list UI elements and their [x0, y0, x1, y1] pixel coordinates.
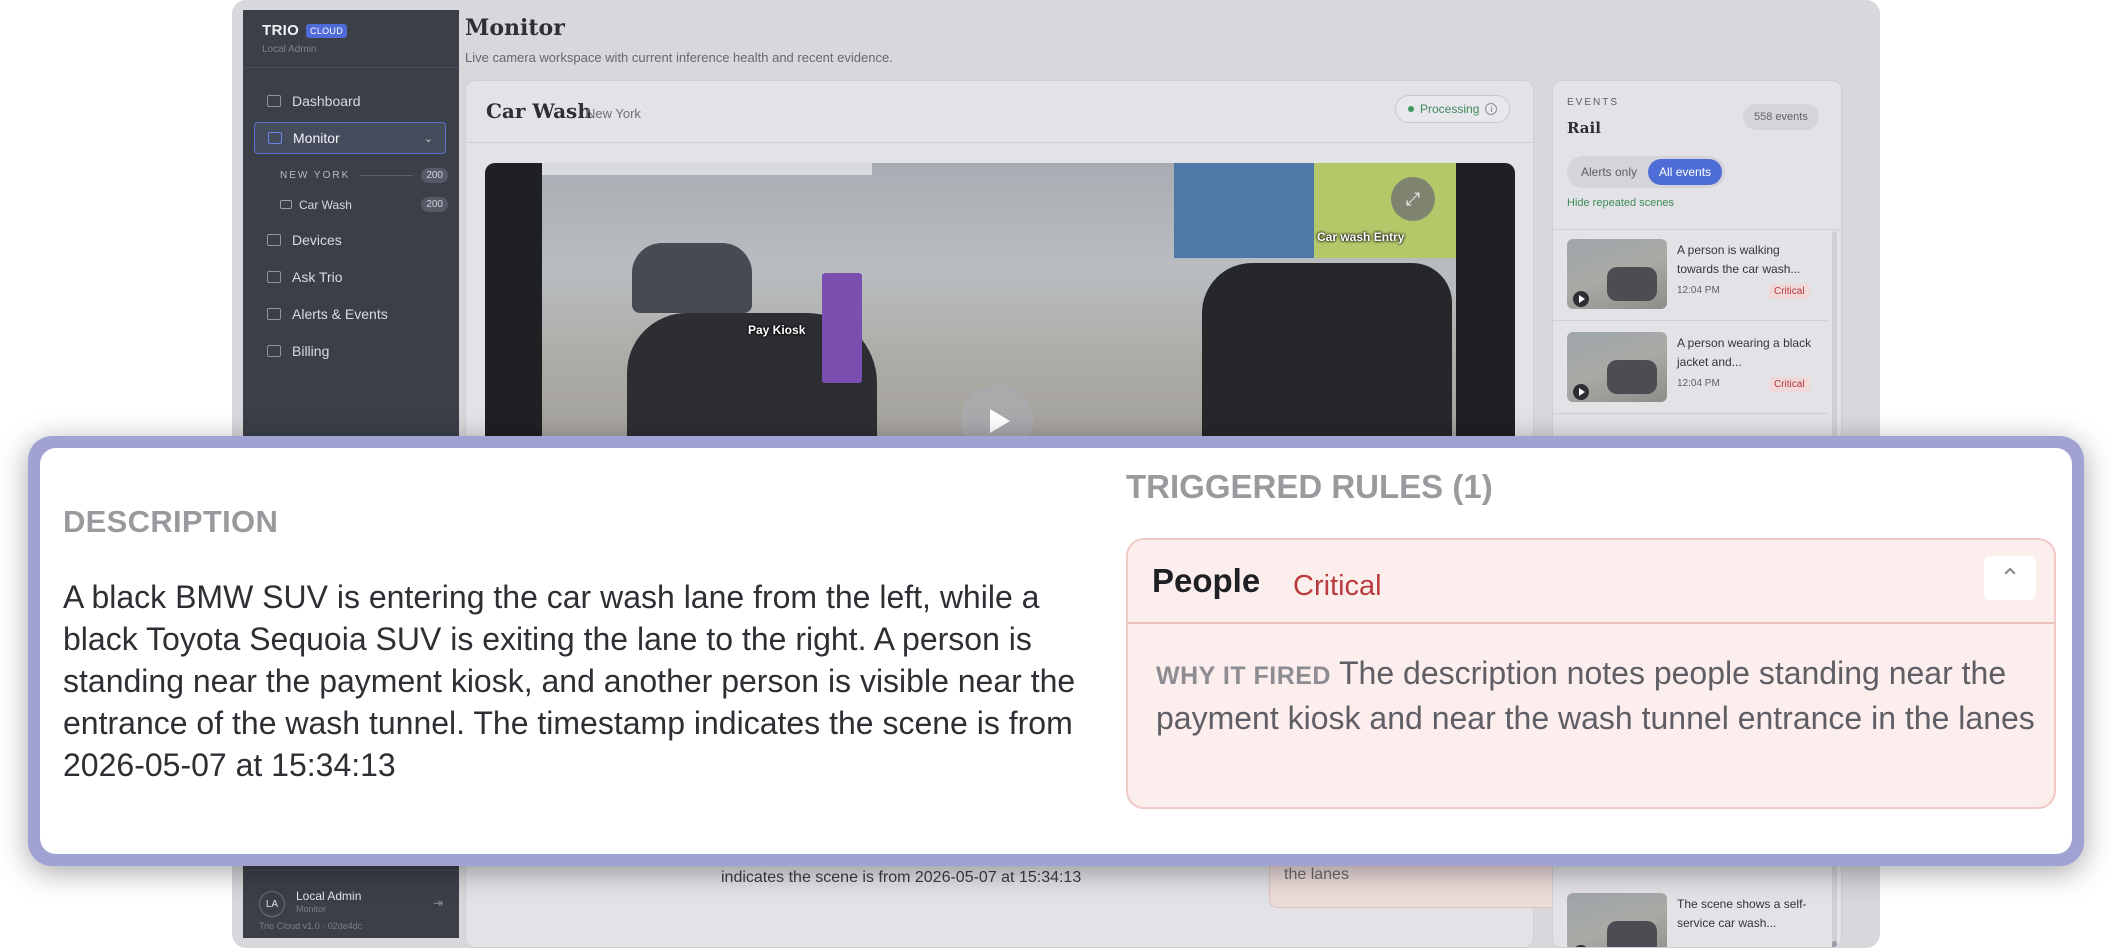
page-subtitle: Live camera workspace with current infer… — [465, 50, 893, 65]
payment-kiosk — [822, 273, 862, 383]
event-item[interactable]: The scene shows a self-service car wash.… — [1553, 883, 1827, 947]
camera-label: Car Wash — [299, 197, 352, 212]
location-group[interactable]: NEW YORK 200 — [280, 168, 448, 183]
chevron-up-icon: ⌃ — [1999, 562, 2021, 593]
page-title: Monitor — [465, 15, 565, 41]
sidebar-camera-car-wash[interactable]: Car Wash 200 — [280, 197, 448, 212]
status-badge[interactable]: Processing i — [1395, 95, 1511, 123]
description-text-behind: indicates the scene is from 2026-05-07 a… — [721, 869, 1082, 886]
chevron-down-icon[interactable]: ⌄ — [424, 132, 433, 145]
avatar[interactable]: LA — [259, 891, 285, 917]
camera-title: Car Wash — [486, 99, 592, 123]
event-thumbnail — [1567, 332, 1667, 402]
sidebar-item-billing[interactable]: Billing — [254, 335, 446, 367]
scrollbar-thumb[interactable] — [1832, 941, 1837, 947]
info-icon[interactable]: i — [1485, 103, 1498, 115]
why-it-fired-label: WHY IT FIRED — [1156, 662, 1331, 690]
card-divider — [466, 142, 1533, 143]
event-thumbnail — [1567, 893, 1667, 947]
camera-location: New York — [586, 106, 641, 121]
collapse-button[interactable]: ⌃ — [1984, 556, 2036, 600]
event-text: The scene shows a self-service car wash.… — [1677, 897, 1807, 930]
zoom-panel: DESCRIPTION A black BMW SUV is entering … — [40, 448, 2072, 854]
events-count-badge: 558 events — [1743, 104, 1819, 130]
sidebar-item-label: Monitor — [293, 130, 340, 146]
sidebar-item-label: Devices — [292, 232, 342, 248]
event-item[interactable]: A person is walking towards the car wash… — [1553, 229, 1827, 321]
brand[interactable]: TRIO CLOUD — [262, 22, 348, 39]
grid-icon — [267, 95, 281, 107]
brand-badge: CLOUD — [306, 23, 348, 38]
rail-title: Rail — [1567, 119, 1601, 137]
event-time: 12:04 PM — [1677, 285, 1720, 296]
sidebar-item-dashboard[interactable]: Dashboard — [254, 85, 446, 117]
play-icon[interactable] — [1573, 291, 1589, 307]
rule-name: People — [1152, 562, 1261, 599]
camera-icon — [280, 200, 292, 209]
event-text: A person wearing a black jacket and... — [1677, 336, 1812, 369]
location-count-badge: 200 — [421, 168, 448, 183]
filter-all-events[interactable]: All events — [1648, 159, 1723, 185]
brand-name: TRIO — [262, 22, 300, 39]
chat-icon — [267, 271, 281, 283]
sidebar-item-ask-trio[interactable]: Ask Trio — [254, 261, 446, 293]
rule-header[interactable]: People Critical ⌃ — [1128, 540, 2054, 624]
brand-subtitle: Local Admin — [262, 44, 317, 55]
user-name: Local Admin — [296, 889, 362, 903]
wash-canopy — [542, 163, 872, 175]
sidebar-item-monitor[interactable]: Monitor ⌄ — [254, 122, 446, 154]
sidebar-item-alerts-events[interactable]: Alerts & Events — [254, 298, 446, 330]
sidebar-item-label: Ask Trio — [292, 269, 343, 285]
sidebar-item-label: Billing — [292, 343, 330, 359]
rule-severity: Critical — [1293, 570, 1382, 602]
sidebar-nav: Dashboard Monitor ⌄ — [254, 85, 446, 159]
sidebar-item-devices[interactable]: Devices — [254, 224, 446, 256]
filter-alerts-only[interactable]: Alerts only — [1570, 159, 1648, 185]
rule-explanation: WHY IT FIRED The description notes people… — [1156, 652, 2036, 739]
triggered-rules-heading: TRIGGERED RULES (1) — [1126, 468, 1493, 505]
event-text: A person is walking towards the car wash… — [1677, 243, 1801, 276]
parked-car — [632, 243, 752, 313]
bell-icon — [267, 308, 281, 320]
description-heading: DESCRIPTION — [63, 504, 279, 539]
user-panel: LA Local Admin Monitor ⇥ Trio Cloud v1.0… — [243, 870, 459, 931]
hide-repeated-link[interactable]: Hide repeated scenes — [1567, 197, 1674, 209]
location-group-label: NEW YORK — [280, 170, 351, 181]
sidebar-item-label: Alerts & Events — [292, 306, 388, 322]
rail-kicker: EVENTS — [1567, 97, 1620, 108]
app-version: Trio Cloud v1.0 · 02de4dc — [259, 921, 363, 931]
play-icon[interactable] — [1573, 384, 1589, 400]
logout-icon[interactable]: ⇥ — [433, 896, 443, 910]
severity-badge: Critical — [1769, 284, 1810, 299]
zone-label-kiosk: Pay Kiosk — [748, 323, 806, 337]
rule-card: People Critical ⌃ WHY IT FIRED The descri… — [1126, 538, 2056, 809]
play-icon — [989, 409, 1010, 433]
sidebar-divider — [243, 67, 459, 68]
user-role: Monitor — [296, 904, 327, 914]
description-text: A black BMW SUV is entering the car wash… — [63, 579, 1076, 783]
severity-badge: Critical — [1769, 377, 1810, 392]
sidebar-nav-secondary: Devices Ask Trio Alerts & Events Billing — [254, 224, 446, 372]
status-label: Processing — [1420, 102, 1480, 116]
event-thumbnail — [1567, 239, 1667, 309]
zoom-callout: DESCRIPTION A black BMW SUV is entering … — [28, 436, 2084, 866]
devices-icon — [267, 234, 281, 246]
camera-count-badge: 200 — [421, 197, 448, 212]
event-time: 12:04 PM — [1677, 378, 1720, 389]
zone-label-entry: Car wash Entry — [1317, 230, 1405, 244]
event-item[interactable]: A person wearing a black jacket and... 1… — [1553, 322, 1827, 414]
group-divider — [360, 175, 414, 176]
card-icon — [267, 345, 281, 357]
sidebar-item-label: Dashboard — [292, 93, 361, 109]
camera-icon — [268, 132, 282, 144]
event-filter-toggle: Alerts only All events — [1567, 156, 1726, 188]
status-dot-icon — [1408, 106, 1414, 112]
fullscreen-icon[interactable]: ⤢ — [1391, 177, 1435, 221]
